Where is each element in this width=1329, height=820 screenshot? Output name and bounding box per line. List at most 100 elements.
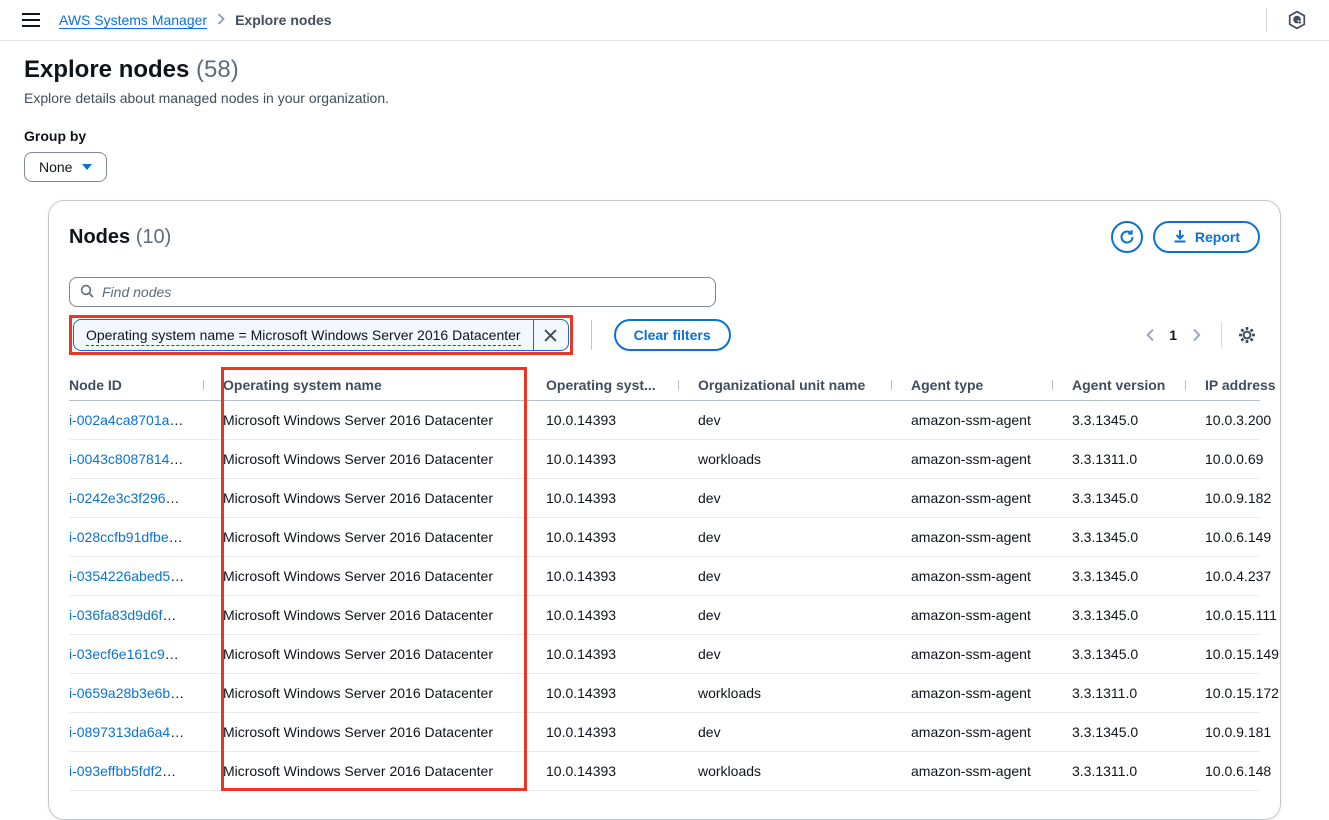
cell-agent-version: 3.3.1345.0 — [1072, 646, 1139, 662]
cell-agent-type: amazon-ssm-agent — [911, 724, 1031, 740]
table-row: i-0242e3c3f296… Microsoft Windows Server… — [69, 479, 1271, 518]
page-title-text: Explore nodes — [24, 56, 190, 83]
menu-hamburger-icon[interactable] — [20, 9, 42, 31]
breadcrumb-current: Explore nodes — [235, 12, 332, 28]
cell-os-name: Microsoft Windows Server 2016 Datacenter — [223, 646, 493, 662]
cell-os-version: 10.0.14393 — [546, 451, 617, 467]
pagination: 1 — [1137, 322, 1260, 348]
cell-node-id: i-036fa83d9d6f… — [69, 607, 203, 623]
page-subtitle: Explore details about managed nodes in y… — [24, 90, 390, 106]
cell-agent-version: 3.3.1311.0 — [1072, 763, 1138, 779]
cell-node-id: i-093effbb5fdf2… — [69, 763, 203, 779]
column-header-os-version: Operating syst... — [526, 377, 678, 393]
cell-org-unit: dev — [698, 646, 721, 662]
panel-title-count: (10) — [135, 225, 172, 248]
cell-os-name: Microsoft Windows Server 2016 Datacenter — [223, 529, 493, 545]
cell-agent-type: amazon-ssm-agent — [911, 607, 1031, 623]
node-id-ellipsis: … — [168, 529, 183, 545]
cell-node-id: i-0659a28b3e6b… — [69, 685, 203, 701]
column-header-agent-type: Agent type — [891, 377, 1052, 393]
column-header-node-id: Node ID — [69, 376, 122, 393]
node-id-link[interactable]: i-028ccfb91dfbe — [69, 529, 169, 545]
group-by-value: None — [39, 159, 73, 175]
cell-os-name: Microsoft Windows Server 2016 Datacenter — [223, 763, 493, 779]
table-row: i-0897313da6a4… Microsoft Windows Server… — [69, 713, 1271, 752]
node-id-ellipsis: … — [170, 568, 185, 584]
cell-agent-type: amazon-ssm-agent — [911, 685, 1031, 701]
node-id-ellipsis: … — [165, 490, 180, 506]
page-title-count: (58) — [196, 56, 239, 83]
cell-node-id: i-0354226abed5… — [69, 568, 203, 584]
filter-divider — [590, 320, 592, 350]
cell-agent-type: amazon-ssm-agent — [911, 646, 1031, 662]
cell-org-unit: dev — [698, 568, 721, 584]
node-id-link[interactable]: i-0659a28b3e6b — [69, 685, 170, 701]
pagination-previous-icon[interactable] — [1137, 322, 1163, 348]
group-by-dropdown[interactable]: None — [24, 152, 108, 182]
cell-os-name: Microsoft Windows Server 2016 Datacenter — [223, 607, 493, 623]
cell-agent-version: 3.3.1345.0 — [1072, 607, 1139, 623]
cell-agent-type: amazon-ssm-agent — [911, 763, 1031, 779]
cell-node-id: i-0897313da6a4… — [69, 724, 203, 740]
cell-agent-version: 3.3.1345.0 — [1072, 724, 1139, 740]
settings-gear-icon[interactable] — [1234, 322, 1260, 348]
breadcrumb: AWS Systems Manager Explore nodes — [59, 12, 332, 28]
node-id-link[interactable]: i-036fa83d9d6f — [69, 607, 162, 623]
node-id-link[interactable]: i-03ecf6e161c9 — [69, 646, 165, 662]
node-id-link[interactable]: i-0242e3c3f296 — [69, 490, 166, 506]
cell-os-name: Microsoft Windows Server 2016 Datacenter — [223, 685, 493, 701]
cell-os-name: Microsoft Windows Server 2016 Datacenter — [223, 490, 493, 506]
node-id-ellipsis: … — [162, 607, 177, 623]
pagination-next-icon[interactable] — [1183, 322, 1209, 348]
table-body: i-002a4ca8701a… Microsoft Windows Server… — [69, 401, 1279, 791]
pagination-current-page[interactable]: 1 — [1169, 327, 1177, 343]
nodes-table: Node ID Operating system name Operating … — [69, 369, 1279, 791]
node-id-ellipsis: … — [169, 451, 184, 467]
cell-agent-version: 3.3.1311.0 — [1072, 451, 1138, 467]
column-header-os-name: Operating system name — [203, 377, 526, 393]
cell-os-name: Microsoft Windows Server 2016 Datacenter — [223, 451, 493, 467]
cell-org-unit: dev — [698, 490, 721, 506]
node-id-ellipsis: … — [169, 412, 184, 428]
filter-token-close-icon[interactable] — [534, 320, 568, 350]
search-input[interactable] — [102, 284, 705, 300]
cell-agent-version: 3.3.1345.0 — [1072, 568, 1139, 584]
node-id-link[interactable]: i-093effbb5fdf2 — [69, 763, 162, 779]
page-content: Explore nodes (58) Explore details about… — [0, 55, 1329, 820]
table-header-row: Node ID Operating system name Operating … — [69, 369, 1276, 401]
breadcrumb-separator-icon — [217, 12, 225, 28]
column-header-agent-version: Agent version — [1052, 377, 1185, 393]
cell-os-version: 10.0.14393 — [546, 724, 617, 740]
clear-filters-button[interactable]: Clear filters — [613, 319, 731, 351]
table-row: i-0659a28b3e6b… Microsoft Windows Server… — [69, 674, 1279, 713]
cell-agent-type: amazon-ssm-agent — [911, 490, 1031, 506]
cell-os-version: 10.0.14393 — [546, 490, 617, 506]
breadcrumb-link-systems-manager[interactable]: AWS Systems Manager — [59, 12, 207, 28]
cell-os-version: 10.0.14393 — [546, 568, 617, 584]
cell-ip: 10.0.9.182 — [1205, 490, 1272, 506]
table-row: i-0354226abed5… Microsoft Windows Server… — [69, 557, 1271, 596]
cell-agent-type: amazon-ssm-agent — [911, 568, 1031, 584]
panel-title: Nodes (10) — [69, 226, 171, 249]
amazon-q-icon[interactable] — [1285, 8, 1309, 32]
pagination-divider — [1221, 322, 1222, 348]
table-row: i-002a4ca8701a… Microsoft Windows Server… — [69, 401, 1271, 440]
table-row: i-036fa83d9d6f… Microsoft Windows Server… — [69, 596, 1277, 635]
node-id-ellipsis: … — [170, 724, 185, 740]
refresh-button[interactable] — [1110, 221, 1143, 253]
cell-agent-type: amazon-ssm-agent — [911, 451, 1031, 467]
cell-org-unit: dev — [698, 412, 721, 428]
report-button[interactable]: Report — [1152, 221, 1260, 253]
cell-org-unit: dev — [698, 529, 721, 545]
node-id-link[interactable]: i-0897313da6a4 — [69, 724, 170, 740]
cell-agent-version: 3.3.1311.0 — [1072, 685, 1138, 701]
node-id-link[interactable]: i-002a4ca8701a — [69, 412, 169, 428]
cell-os-version: 10.0.14393 — [546, 412, 617, 428]
cell-agent-version: 3.3.1345.0 — [1072, 412, 1139, 428]
cell-org-unit: workloads — [698, 451, 762, 467]
table-row: i-0043c8087814… Microsoft Windows Server… — [69, 440, 1263, 479]
node-id-link[interactable]: i-0354226abed5 — [69, 568, 170, 584]
cell-os-name: Microsoft Windows Server 2016 Datacenter — [223, 412, 493, 428]
cell-ip: 10.0.0.69 — [1205, 451, 1264, 467]
node-id-link[interactable]: i-0043c8087814 — [69, 451, 169, 467]
